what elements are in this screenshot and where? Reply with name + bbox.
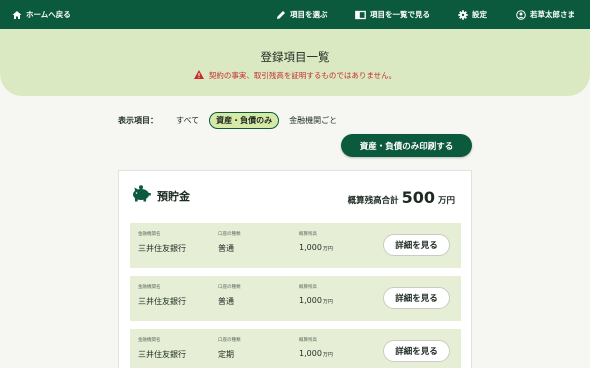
filter-option-by-institution[interactable]: 金融機関ごと xyxy=(287,115,339,126)
institution-cell: 金融機関名 三井住友銀行 xyxy=(138,337,186,360)
balance-label: 概算残高 xyxy=(299,338,317,343)
balance-unit: 万円 xyxy=(322,352,333,358)
balance-unit: 万円 xyxy=(322,246,333,252)
account-type-cell: 口座の種類 普通 xyxy=(218,284,241,307)
view-list-link[interactable]: 項目を一覧で見る xyxy=(355,0,430,29)
institution-label: 金融機関名 xyxy=(138,232,161,237)
disclaimer-warning: 契約の事実、取引残高を証明するものではありません。 xyxy=(0,70,590,81)
account-type-cell: 口座の種類 普通 xyxy=(218,231,241,254)
user-menu[interactable]: 若草太郎さま xyxy=(516,0,575,29)
view-details-button[interactable]: 詳細を見る xyxy=(383,340,450,362)
account-type-label: 口座の種類 xyxy=(218,232,241,237)
top-nav: ホームへ戻る 項目を選ぶ 項目を一覧で見る 設定 若草太郎さま xyxy=(0,0,590,29)
view-details-button[interactable]: 詳細を見る xyxy=(383,234,450,256)
account-type-value: 普通 xyxy=(218,244,234,253)
account-type-cell: 口座の種類 定期 xyxy=(218,337,241,360)
filter-option-all[interactable]: すべて xyxy=(174,115,201,126)
balance-value: 1,000万円 xyxy=(299,349,333,358)
pencil-icon xyxy=(276,10,286,20)
print-button[interactable]: 資産・負債のみ印刷する xyxy=(341,134,472,157)
account-row: 金融機関名 三井住友銀行 口座の種類 普通 概算残高 1,000万円 詳細を見る xyxy=(130,223,461,268)
settings-label: 設定 xyxy=(472,10,487,19)
settings-link[interactable]: 設定 xyxy=(458,0,487,29)
balance-cell: 概算残高 1,000万円 xyxy=(299,284,333,305)
card-title: 預貯金 xyxy=(157,189,190,203)
page-title: 登録項目一覧 xyxy=(260,50,330,64)
select-items-link[interactable]: 項目を選ぶ xyxy=(276,0,328,29)
warning-icon xyxy=(193,70,204,81)
balance-cell: 概算残高 1,000万円 xyxy=(299,337,333,358)
view-details-button[interactable]: 詳細を見る xyxy=(383,287,450,309)
balance-amount: 1,000 xyxy=(299,296,322,305)
display-filter: 表示項目： すべて 資産・負債のみ 金融機関ごと xyxy=(118,111,347,129)
deposits-card: 預貯金 概算残高合計 500 万円 金融機関名 三井住友銀行 口座の種類 普通 … xyxy=(118,170,472,368)
institution-label: 金融機関名 xyxy=(138,338,161,343)
institution-label: 金融機関名 xyxy=(138,285,161,290)
balance-amount: 1,000 xyxy=(299,243,322,252)
account-row: 金融機関名 三井住友銀行 口座の種類 定期 概算残高 1,000万円 詳細を見る xyxy=(130,329,461,368)
institution-value: 三井住友銀行 xyxy=(138,297,186,306)
institution-value: 三井住友銀行 xyxy=(138,244,186,253)
account-type-value: 定期 xyxy=(218,350,234,359)
account-row: 金融機関名 三井住友銀行 口座の種類 普通 概算残高 1,000万円 詳細を見る xyxy=(130,276,461,321)
balance-cell: 概算残高 1,000万円 xyxy=(299,231,333,252)
warning-text: 契約の事実、取引残高を証明するものではありません。 xyxy=(208,71,397,80)
filter-label: 表示項目： xyxy=(118,115,158,125)
total-balance: 概算残高合計 500 万円 xyxy=(348,188,455,207)
institution-value: 三井住友銀行 xyxy=(138,350,186,359)
gear-icon xyxy=(458,9,468,20)
balance-label: 概算残高 xyxy=(299,232,317,237)
balance-amount: 1,000 xyxy=(299,349,322,358)
total-value: 500 xyxy=(401,188,435,207)
book-icon xyxy=(355,10,366,20)
home-icon xyxy=(12,10,22,20)
total-unit: 万円 xyxy=(437,196,455,206)
user-name: 若草太郎さま xyxy=(530,10,575,19)
card-header: 預貯金 xyxy=(131,185,190,206)
balance-label: 概算残高 xyxy=(299,285,317,290)
total-label: 概算残高合計 xyxy=(347,196,399,206)
account-type-value: 普通 xyxy=(218,297,234,306)
balance-value: 1,000万円 xyxy=(299,243,333,252)
view-list-label: 項目を一覧で見る xyxy=(370,10,430,19)
select-items-label: 項目を選ぶ xyxy=(290,10,328,19)
institution-cell: 金融機関名 三井住友銀行 xyxy=(138,231,186,254)
page-header: 登録項目一覧 契約の事実、取引残高を証明するものではありません。 xyxy=(0,29,590,96)
account-type-label: 口座の種類 xyxy=(218,338,241,343)
home-link-label: ホームへ戻る xyxy=(26,10,71,19)
balance-unit: 万円 xyxy=(322,299,333,305)
filter-option-assets[interactable]: 資産・負債のみ xyxy=(209,111,280,129)
balance-value: 1,000万円 xyxy=(299,296,333,305)
institution-cell: 金融機関名 三井住友銀行 xyxy=(138,284,186,307)
home-link[interactable]: ホームへ戻る xyxy=(12,0,71,29)
piggy-bank-icon xyxy=(131,185,151,206)
user-icon xyxy=(516,9,526,20)
account-type-label: 口座の種類 xyxy=(218,285,241,290)
